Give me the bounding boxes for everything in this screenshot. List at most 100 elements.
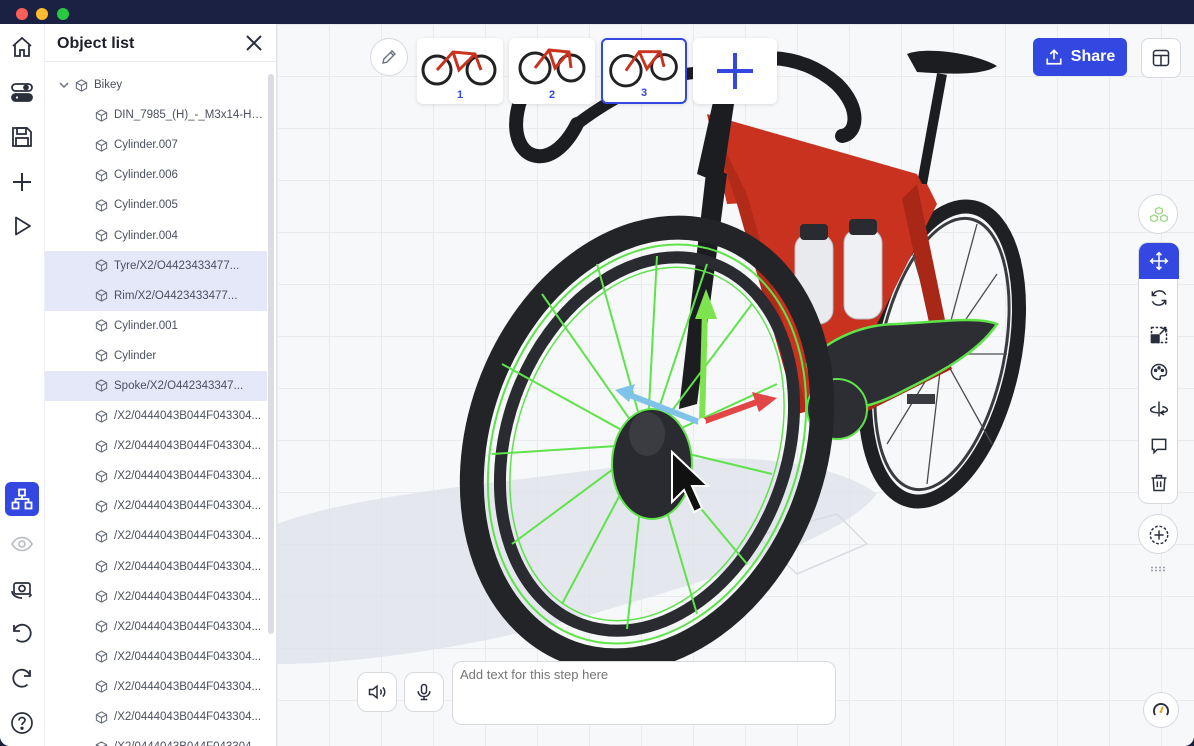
tree-item[interactable]: /X2/0444043B044F043304... [45, 732, 267, 746]
tree-item[interactable]: Cylinder.004 [45, 220, 267, 250]
speed-button[interactable] [1143, 692, 1179, 728]
cube-icon [95, 500, 108, 513]
microphone-button[interactable] [404, 672, 444, 712]
add-hotspot-button[interactable] [1138, 514, 1178, 554]
scale-tool[interactable] [1139, 317, 1179, 353]
bike-model-scene[interactable] [277, 24, 1194, 746]
zoom-window-button[interactable] [57, 8, 69, 20]
minimize-window-button[interactable] [36, 8, 48, 20]
cube-icon [95, 199, 108, 212]
pencil-icon [382, 50, 396, 64]
panel-layout-icon [1152, 49, 1170, 67]
cube-icon [95, 169, 108, 182]
cube-icon [95, 740, 108, 746]
share-button[interactable]: Share [1033, 38, 1127, 76]
tree-item[interactable]: Cylinder.005 [45, 190, 267, 220]
rotate-icon [1151, 290, 1167, 306]
tree-item-label: Cylinder.001 [114, 319, 178, 332]
flip-icon [1149, 401, 1169, 417]
tree-root-bikey[interactable]: Bikey [45, 70, 267, 100]
tree-item-label: DIN_7985_(H)_-_M3x14-H_... [114, 109, 264, 122]
tree-item[interactable]: /X2/0444043B044F043304... [45, 702, 267, 732]
transform-tools-group [1138, 242, 1179, 504]
hide-eye-icon [11, 536, 33, 552]
help-icon [11, 712, 33, 734]
step-thumbnail-2[interactable]: 2 [509, 38, 595, 104]
app-window: Object list Bikey DIN_7985_(H)_-_M3x14-H… [0, 24, 1194, 746]
help-button[interactable] [5, 706, 39, 740]
step-text-input[interactable] [452, 661, 836, 725]
cube-icon [95, 289, 108, 302]
chevron-down-icon[interactable] [59, 80, 69, 90]
add-step-button[interactable] [693, 38, 777, 104]
tree-item[interactable]: /X2/0444043B044F043304... [45, 461, 267, 491]
bike-thumbnail-icon [518, 48, 586, 85]
sound-button[interactable] [357, 672, 397, 712]
flip-tool[interactable] [1139, 391, 1179, 427]
3d-viewport[interactable]: 1 2 3 Share [277, 24, 1194, 746]
play-icon [15, 216, 31, 236]
tree-item[interactable]: /X2/0444043B044F043304... [45, 672, 267, 702]
move-icon [1149, 251, 1169, 271]
tree-item-label: /X2/0444043B044F043304... [114, 650, 262, 663]
delete-tool[interactable] [1139, 465, 1179, 501]
cube-icon [95, 530, 108, 543]
microphone-icon [417, 683, 431, 701]
play-button[interactable] [5, 209, 39, 243]
cube-icon [95, 470, 108, 483]
upload-icon [1046, 49, 1062, 65]
title-bar [0, 0, 1194, 24]
tree-item-label: /X2/0444043B044F043304... [114, 440, 262, 453]
drag-handle-icon[interactable] [1150, 566, 1166, 572]
step-thumbnail-1[interactable]: 1 [417, 38, 503, 104]
tree-item[interactable]: /X2/0444043B044F043304... [45, 552, 267, 582]
home-button[interactable] [5, 30, 39, 64]
tree-item[interactable]: Spoke/X2/O442343347... [45, 370, 267, 402]
step-number: 2 [548, 89, 556, 101]
color-tool[interactable] [1139, 354, 1179, 390]
tree-item[interactable]: /X2/0444043B044F043304... [45, 491, 267, 521]
move-tool[interactable] [1139, 243, 1179, 279]
tree-item[interactable]: Cylinder [45, 341, 267, 371]
plus-icon [717, 53, 753, 89]
cube-icon [95, 259, 108, 272]
cube-icon [95, 620, 108, 633]
tree-item[interactable]: /X2/0444043B044F043304... [45, 612, 267, 642]
scale-icon [1150, 326, 1168, 344]
tree-item[interactable]: /X2/0444043B044F043304... [45, 582, 267, 612]
group-button[interactable] [1138, 194, 1178, 234]
tree-item[interactable]: Cylinder.001 [45, 311, 267, 341]
tree-item[interactable]: Cylinder.007 [45, 130, 267, 160]
camera-rotate-button[interactable] [5, 572, 39, 606]
tree-item-label: /X2/0444043B044F043304... [114, 590, 262, 603]
tree-item-label: /X2/0444043B044F043304... [114, 530, 262, 543]
close-icon[interactable] [245, 34, 263, 52]
redo-button[interactable] [5, 661, 39, 695]
step-number: 3 [640, 87, 648, 99]
cube-icon [95, 349, 108, 363]
step-thumbnail-3[interactable]: 3 [601, 38, 687, 104]
tree-item[interactable]: Cylinder.006 [45, 160, 267, 190]
toggle-button[interactable] [5, 75, 39, 109]
trash-icon [1151, 474, 1167, 492]
comment-tool[interactable] [1139, 428, 1179, 464]
undo-button[interactable] [5, 616, 39, 650]
edit-steps-button[interactable] [370, 38, 408, 76]
add-button[interactable] [5, 165, 39, 199]
hide-object-button[interactable] [5, 527, 39, 561]
tree-item[interactable]: /X2/0444043B044F043304... [45, 521, 267, 551]
tree-item[interactable]: Rim/X2/O4423433477... [45, 280, 267, 311]
panel-layout-button[interactable] [1141, 38, 1181, 78]
tree-item[interactable]: DIN_7985_(H)_-_M3x14-H_... [45, 100, 267, 130]
toggle-icon [11, 83, 33, 102]
redo-icon [12, 668, 31, 688]
object-list-scrollbar[interactable] [268, 74, 274, 634]
rotate-tool[interactable] [1139, 280, 1179, 316]
close-window-button[interactable] [16, 8, 28, 20]
tree-item[interactable]: /X2/0444043B044F043304... [45, 401, 267, 431]
tree-item[interactable]: /X2/0444043B044F043304... [45, 642, 267, 672]
tree-item[interactable]: Tyre/X2/O4423433477... [45, 250, 267, 281]
tree-item[interactable]: /X2/0444043B044F043304... [45, 431, 267, 461]
save-button[interactable] [5, 120, 39, 154]
hierarchy-button[interactable] [5, 482, 39, 516]
